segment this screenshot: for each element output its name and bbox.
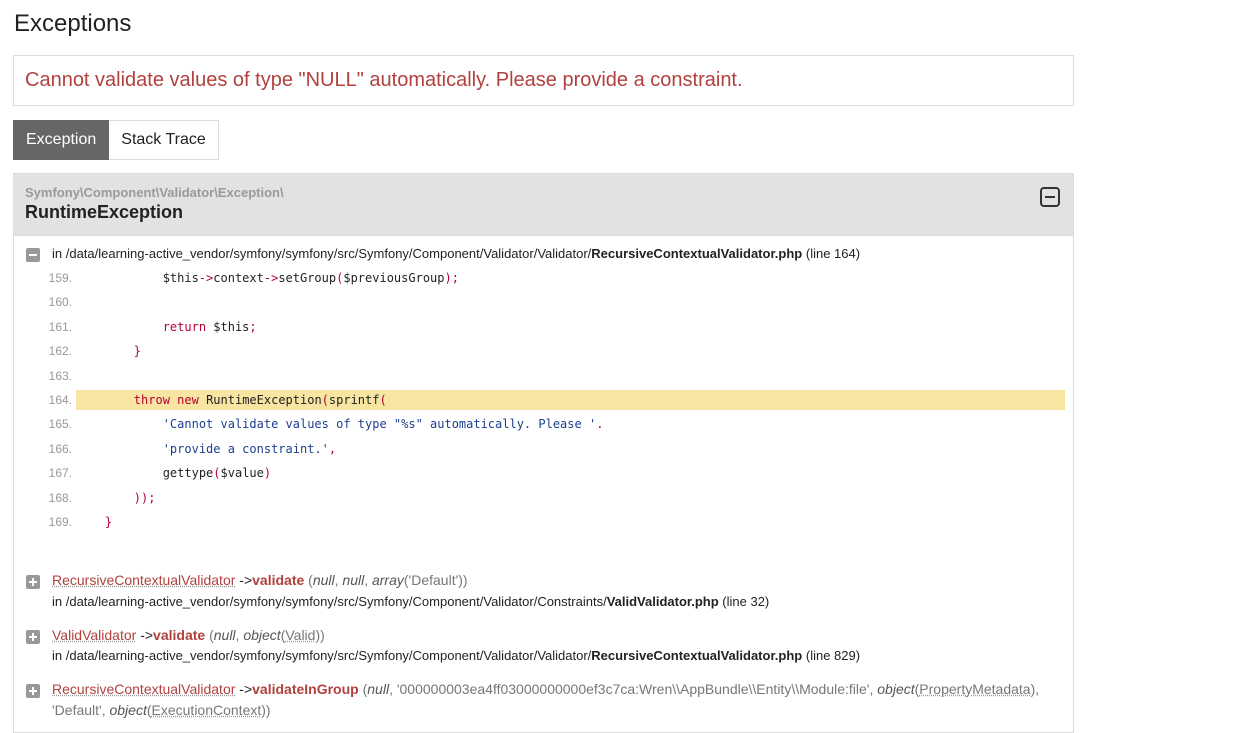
- frame-signature: ValidValidator ->validate (null, object(…: [52, 627, 325, 643]
- frame-arrow: ->: [239, 681, 253, 697]
- frame-arrow: ->: [140, 627, 154, 643]
- frame-args-continued: 'Default', object(ExecutionContext)): [52, 702, 271, 718]
- code-text: }: [104, 514, 113, 529]
- line-number: 163.: [48, 368, 72, 383]
- line-number: 164.: [48, 392, 72, 407]
- code-line: 162. }: [14, 339, 1075, 363]
- frame-method: validateInGroup: [252, 681, 359, 697]
- frame-method: validate: [153, 627, 206, 643]
- frame-signature: RecursiveContextualValidator ->validate …: [52, 572, 468, 588]
- exception-file-path: in /data/learning-active_vendor/symfony/…: [52, 246, 860, 261]
- frame-method: validate: [252, 572, 305, 588]
- code-line: 164. throw new RuntimeException(sprintf(: [14, 388, 1075, 412]
- frame-args: (null, null, array('Default')): [308, 572, 468, 588]
- tab-exception[interactable]: Exception: [13, 120, 110, 160]
- code-text: throw new RuntimeException(sprintf(: [76, 389, 1065, 410]
- code-text: 'provide a constraint.',: [162, 441, 337, 456]
- frame-file-path: in /data/learning-active_vendor/symfony/…: [52, 594, 769, 609]
- trace-panel: Symfony\Component\Validator\Exception\ R…: [13, 173, 1074, 733]
- frame-file-path: in /data/learning-active_vendor/symfony/…: [52, 648, 860, 663]
- frame-args: (null, '000000003ea4ff03000000000ef3c7ca…: [362, 681, 1040, 697]
- collapse-frame-icon[interactable]: [26, 248, 40, 262]
- code-text: $this->context->setGroup($previousGroup)…: [76, 271, 459, 285]
- expand-frame-icon[interactable]: [26, 575, 40, 589]
- code-text: 'Cannot validate values of type "%s" aut…: [162, 417, 604, 432]
- page-title: Exceptions: [14, 10, 132, 37]
- code-line: 159. $this->context->setGroup($previousG…: [14, 266, 1075, 290]
- frame-class[interactable]: RecursiveContextualValidator: [52, 681, 235, 697]
- frame-signature: RecursiveContextualValidator ->validateI…: [52, 681, 1039, 697]
- trace-header: Symfony\Component\Validator\Exception\ R…: [14, 174, 1073, 236]
- code-line: 169. }: [14, 510, 1075, 534]
- code-line: 166. 'provide a constraint.',: [14, 437, 1075, 461]
- code-text: ));: [133, 490, 156, 505]
- line-number: 167.: [48, 466, 72, 481]
- tab-bar: Exception Stack Trace: [13, 120, 219, 160]
- code-line: 161. return $this;: [14, 315, 1075, 339]
- line-number: 165.: [48, 417, 72, 432]
- code-line: 168. ));: [14, 486, 1075, 510]
- code-line: 165. 'Cannot validate values of type "%s…: [14, 412, 1075, 436]
- code-line: 160.: [14, 290, 1075, 314]
- code-text: gettype($value): [76, 466, 272, 481]
- code-line: 167. gettype($value): [14, 461, 1075, 485]
- line-number: 168.: [48, 490, 72, 505]
- file-name: ValidValidator.php: [606, 594, 719, 609]
- file-line-info: (line 164): [805, 246, 861, 261]
- code-text: return $this;: [162, 319, 257, 334]
- line-number: 160.: [48, 295, 72, 310]
- frame-args: (null, object(Valid)): [209, 627, 325, 643]
- exception-class: RuntimeException: [25, 202, 184, 222]
- file-path-prefix: in /data/learning-active_vendor/symfony/…: [52, 246, 592, 261]
- code-line: 163.: [14, 364, 1075, 388]
- frame-class[interactable]: ValidValidator: [52, 627, 136, 643]
- exception-namespace: Symfony\Component\Validator\Exception\: [25, 185, 284, 200]
- line-number: 159.: [48, 271, 72, 285]
- line-number: 162.: [48, 344, 72, 359]
- line-number: 161.: [48, 319, 72, 334]
- file-line-info: (line 829): [805, 648, 861, 663]
- code-snippet: 159. $this->context->setGroup($previousG…: [14, 266, 1075, 534]
- frame-class[interactable]: RecursiveContextualValidator: [52, 572, 235, 588]
- file-name: RecursiveContextualValidator.php: [591, 648, 803, 663]
- code-text: }: [133, 344, 142, 359]
- file-path-prefix: in /data/learning-active_vendor/symfony/…: [52, 648, 592, 663]
- frame-arrow: ->: [239, 572, 253, 588]
- expand-frame-icon[interactable]: [26, 684, 40, 698]
- file-path-prefix: in /data/learning-active_vendor/symfony/…: [52, 594, 607, 609]
- expand-frame-icon[interactable]: [26, 630, 40, 644]
- line-number: 169.: [48, 514, 72, 529]
- collapse-panel-icon[interactable]: [1040, 187, 1060, 207]
- line-number: 166.: [48, 441, 72, 456]
- file-name: RecursiveContextualValidator.php: [591, 246, 803, 261]
- exception-message: Cannot validate values of type "NULL" au…: [13, 55, 1074, 106]
- file-line-info: (line 32): [722, 594, 770, 609]
- tab-stack-trace[interactable]: Stack Trace: [109, 120, 219, 160]
